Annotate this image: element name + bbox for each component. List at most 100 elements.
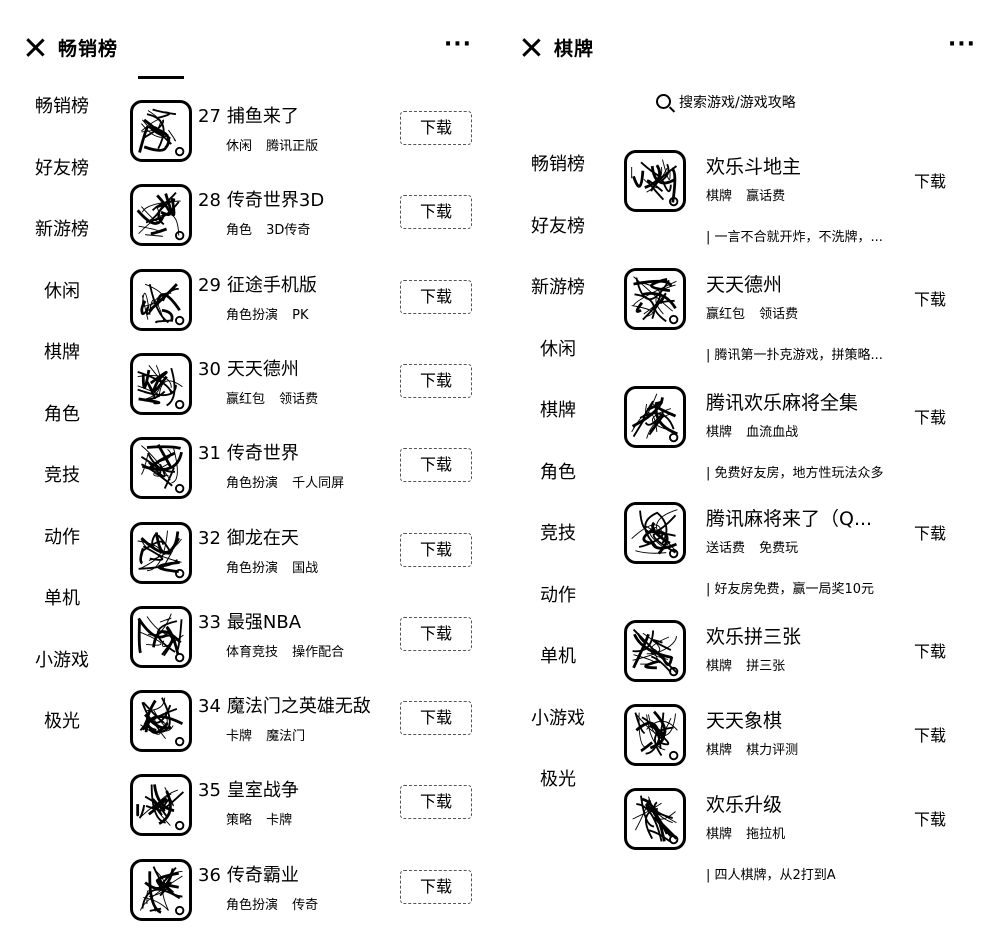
- sidebar-item[interactable]: 竞技: [496, 519, 620, 545]
- sidebar-item[interactable]: 好友榜: [496, 212, 620, 238]
- download-button[interactable]: 下载: [400, 448, 472, 483]
- sidebar-item[interactable]: 单机: [496, 642, 620, 668]
- download-button[interactable]: 下载: [914, 404, 946, 428]
- sidebar-item[interactable]: 极光: [496, 765, 620, 791]
- game-title: 27 捕鱼来了: [198, 102, 299, 128]
- close-icon[interactable]: [522, 38, 540, 56]
- search-bar[interactable]: 搜索游戏/游戏攻略: [656, 92, 796, 112]
- sidebar-item[interactable]: 动作: [0, 523, 124, 549]
- sidebar-item[interactable]: 新游榜: [0, 215, 124, 241]
- game-name: 天天象棋: [706, 710, 783, 732]
- list-item[interactable]: 28 传奇世界3D 角色 3D传奇 下载: [130, 184, 480, 254]
- search-placeholder: 搜索游戏/游戏攻略: [679, 95, 796, 111]
- download-button[interactable]: 下载: [914, 806, 946, 830]
- game-name: 征途手机版: [226, 274, 317, 296]
- texas-poker-icon: [130, 352, 192, 415]
- game-name: 传奇世界3D: [226, 190, 325, 212]
- list-item[interactable]: 35 皇室战争策略 卡牌 下载: [130, 774, 480, 844]
- game-name: 欢乐升级: [706, 794, 783, 816]
- list-item[interactable]: 29 征途手机版角色扮演 PK 下载: [130, 268, 480, 339]
- more-icon[interactable]: ···: [948, 32, 976, 57]
- sidebar-item[interactable]: 新游榜: [496, 273, 620, 299]
- sidebar-item[interactable]: 棋牌: [496, 396, 620, 422]
- download-button[interactable]: 下载: [914, 168, 946, 192]
- game-tags: 角色扮演 国战: [226, 560, 319, 576]
- mahjong-hu-icon: [624, 502, 686, 564]
- game-description: | 免费好友房，地方性玩法众多: [706, 466, 884, 481]
- game-tags: 休闲 腾讯正版: [226, 139, 319, 154]
- sidebar-item[interactable]: 竞技: [0, 461, 124, 487]
- game-title: 28 传奇世界3D: [198, 186, 324, 212]
- download-button[interactable]: 下载: [400, 701, 472, 736]
- game-name: 传奇霸业: [226, 864, 299, 886]
- game-name: 欢乐斗地主: [706, 156, 802, 178]
- sidebar-item[interactable]: 角色: [496, 458, 620, 484]
- rank-number: 30: [198, 358, 221, 380]
- list-item[interactable]: 36 传奇霸业 角色扮演 传奇 下载: [130, 858, 480, 929]
- game-title: 35 皇室战争: [198, 776, 299, 802]
- mahjong-icon: [624, 386, 686, 448]
- bestseller-panel: 畅销榜 ··· 畅销榜 好友榜 新游榜 休闲 棋牌 角色 竞技 动作 单机 小游戏 极光 27 捕鱼来…: [0, 0, 496, 938]
- list-item[interactable]: 腾讯欢乐麻将全集 棋牌 血流血战 | 免费好友房，地方性玩法众多 下载: [624, 386, 964, 486]
- game-tags: 棋牌 拖拉机: [706, 827, 786, 842]
- more-icon[interactable]: ···: [444, 32, 472, 57]
- sidebar-item[interactable]: 角色: [0, 400, 124, 426]
- download-button[interactable]: 下载: [914, 722, 946, 746]
- sidebar-item[interactable]: 好友榜: [0, 154, 124, 180]
- game-description: | 腾讯第一扑克游戏，拼策略...: [706, 348, 883, 363]
- clipped-row-edge: [138, 70, 184, 79]
- sidebar-item[interactable]: 单机: [0, 584, 124, 610]
- sidebar-item[interactable]: 棋牌: [0, 338, 124, 364]
- download-button[interactable]: 下载: [914, 286, 946, 310]
- sidebar-item[interactable]: 动作: [496, 581, 620, 607]
- list-item[interactable]: 27 捕鱼来了休闲 腾讯正版 下载: [130, 100, 480, 170]
- download-button[interactable]: 下载: [400, 195, 472, 230]
- rank-number: 29: [198, 274, 221, 296]
- download-button[interactable]: 下载: [914, 520, 946, 544]
- game-name: 皇室战争: [226, 780, 299, 802]
- list-item[interactable]: 33 最强NBA 体育竞技 操作配合 下载: [130, 605, 480, 676]
- download-button[interactable]: 下载: [400, 869, 472, 904]
- chess-icon: [624, 704, 686, 766]
- list-item[interactable]: 天天德州 赢红包 领话费 | 腾讯第一扑克游戏，拼策略... 下载: [624, 268, 964, 368]
- game-title: 32 御龙在天: [198, 524, 299, 550]
- game-name: 最强NBA: [226, 611, 302, 633]
- sidebar-item[interactable]: 畅销榜: [0, 92, 124, 118]
- list-item[interactable]: 34 魔法门之英雄无敌 卡牌 魔法门 下载: [130, 690, 480, 760]
- game-tags: 角色 3D传奇: [226, 223, 311, 239]
- fishing-game-icon: [130, 100, 192, 162]
- game-name: 捕鱼来了: [226, 106, 299, 127]
- close-icon[interactable]: [26, 38, 44, 56]
- download-button[interactable]: 下载: [914, 638, 946, 662]
- sidebar-item[interactable]: 休闲: [496, 335, 620, 361]
- download-button[interactable]: 下载: [400, 279, 472, 314]
- heroes-magic-icon: [130, 690, 192, 753]
- list-item[interactable]: 欢乐斗地主 棋牌 赢话费 | 一言不合就开炸，不洗牌，... 下载: [624, 150, 964, 250]
- sidebar-item[interactable]: 休闲: [0, 277, 124, 303]
- sidebar-item[interactable]: 小游戏: [0, 646, 124, 672]
- list-item[interactable]: 31 传奇世界 角色扮演 千人同屏 下载: [130, 437, 480, 507]
- list-item[interactable]: 腾讯麻将来了（Q... 送话费 免费玩 | 好友房免费，赢一局奖10元 下载: [624, 502, 964, 602]
- sidebar-item[interactable]: 小游戏: [496, 704, 620, 730]
- download-button[interactable]: 下载: [400, 616, 472, 651]
- list-item[interactable]: 欢乐升级 棋牌 拖拉机 | 四人棋牌，从2打到A 下载: [624, 788, 964, 888]
- game-tags: 卡牌 魔法门: [226, 729, 306, 745]
- legend-baye-icon: [130, 858, 192, 921]
- game-tags: 策略 卡牌: [226, 813, 293, 829]
- sidebar-item[interactable]: 极光: [0, 707, 124, 733]
- list-item[interactable]: 30 天天德州 赢红包 领话费 下载: [130, 352, 480, 423]
- sidebar-item[interactable]: 畅销榜: [496, 150, 620, 176]
- game-tags: 棋牌 赢话费: [706, 189, 786, 204]
- game-name: 魔法门之英雄无敌: [226, 696, 371, 718]
- top-bar: 棋牌 ···: [496, 28, 1000, 68]
- download-button[interactable]: 下载: [400, 111, 472, 145]
- list-item[interactable]: 32 御龙在天角色扮演 国战 下载: [130, 521, 480, 592]
- download-button[interactable]: 下载: [400, 363, 472, 398]
- game-name: 腾讯麻将来了（Q...: [706, 508, 873, 530]
- download-button[interactable]: 下载: [400, 532, 472, 567]
- game-tags: 角色扮演 PK: [226, 307, 309, 323]
- game-name: 御龙在天: [226, 527, 299, 549]
- game-tags: 棋牌 拼三张: [706, 659, 786, 674]
- download-button[interactable]: 下载: [400, 785, 472, 820]
- rank-number: 33: [198, 611, 221, 633]
